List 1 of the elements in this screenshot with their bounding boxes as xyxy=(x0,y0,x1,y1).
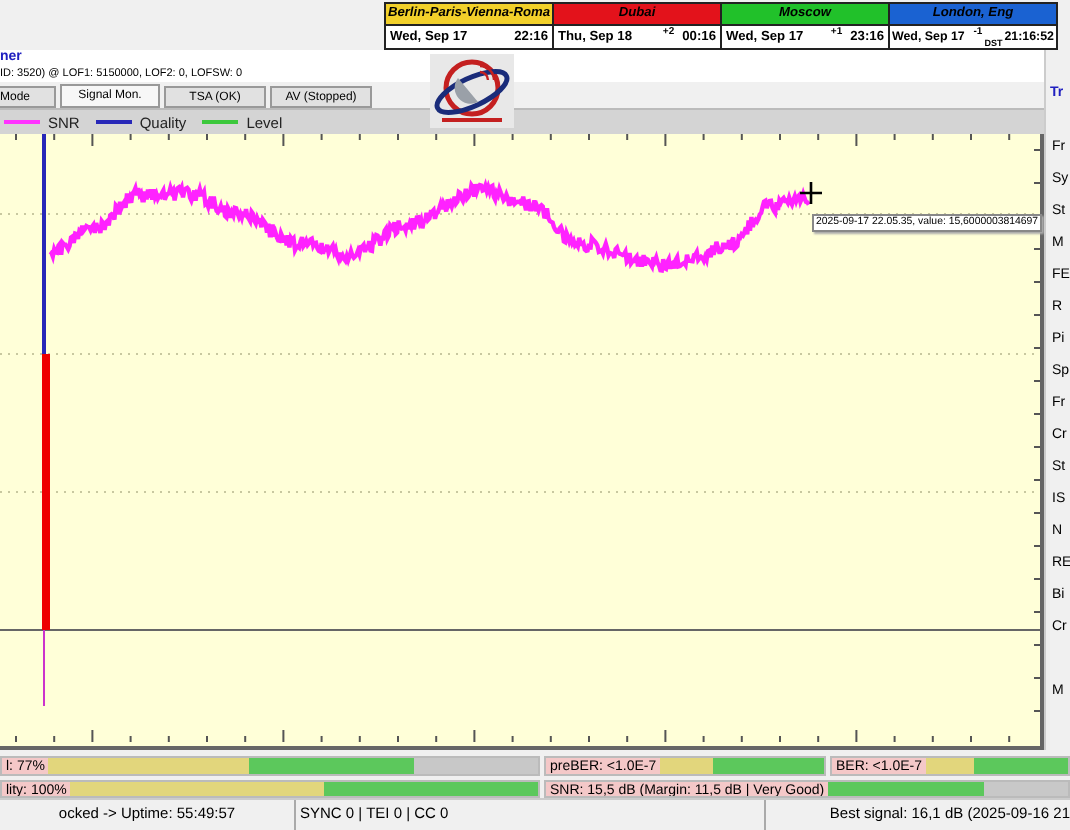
crosshair-icon xyxy=(800,182,822,204)
